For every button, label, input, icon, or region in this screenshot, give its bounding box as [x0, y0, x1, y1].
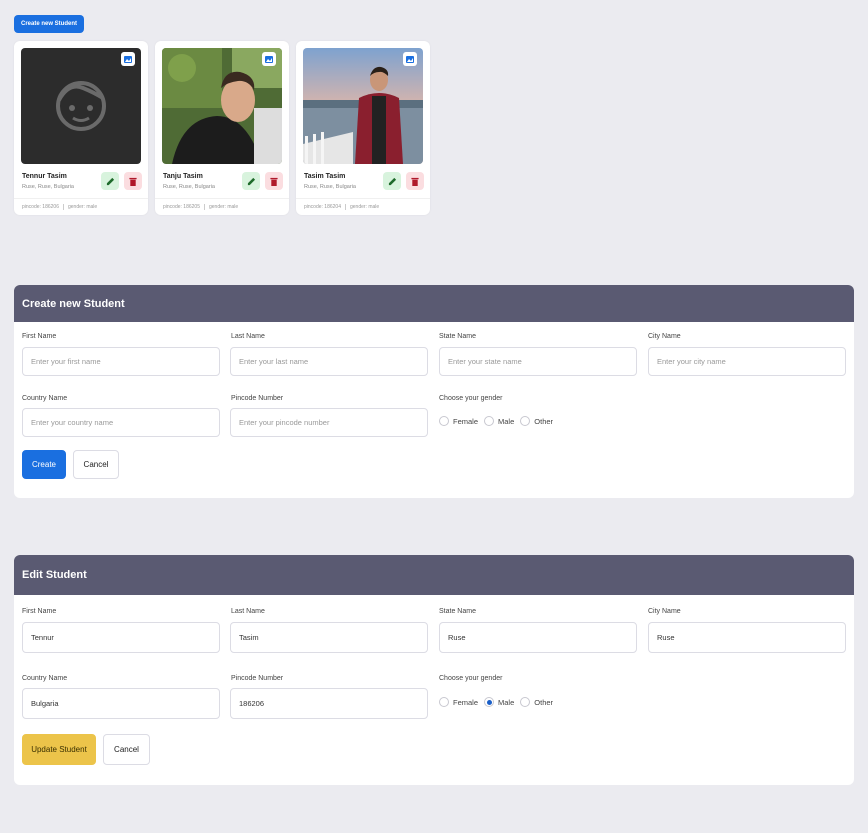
- card-divider: [155, 198, 289, 199]
- student-name: Tanju Tasim: [163, 173, 203, 180]
- trash-icon: [411, 177, 419, 186]
- student-address: Ruse, Ruse, Bulgaria: [163, 184, 215, 190]
- gender-option-female[interactable]: Female: [439, 416, 478, 426]
- first-name-label: First Name: [22, 333, 57, 340]
- gender-option-male[interactable]: Male: [484, 416, 514, 426]
- student-address: Ruse, Ruse, Bulgaria: [304, 184, 356, 190]
- student-gender: gender: male: [67, 204, 98, 210]
- student-address: Ruse, Ruse, Bulgaria: [22, 184, 74, 190]
- create-new-student-button[interactable]: Create new Student: [14, 15, 85, 33]
- city-name-input[interactable]: [648, 622, 846, 653]
- last-name-input[interactable]: [230, 622, 428, 653]
- student-pincode: pincode: 186205: [163, 204, 200, 210]
- country-name-label: Country Name: [22, 675, 68, 682]
- country-name-input[interactable]: [22, 688, 220, 719]
- state-name-input[interactable]: [439, 622, 637, 653]
- pincode-label: Pincode Number: [231, 675, 284, 682]
- last-name-input[interactable]: [230, 347, 428, 376]
- gender-radio-group: Female Male Other: [439, 697, 553, 707]
- update-student-button[interactable]: Update Student: [22, 734, 96, 765]
- city-name-input[interactable]: [648, 347, 846, 376]
- student-card: Tennur Tasim Ruse, Ruse, Bulgaria pincod…: [14, 41, 148, 215]
- student-name: Tasim Tasim: [304, 173, 346, 180]
- radio-button[interactable]: [439, 416, 449, 426]
- radio-label: Other: [534, 416, 554, 426]
- upload-photo-icon[interactable]: [262, 52, 276, 66]
- first-name-input[interactable]: [22, 622, 220, 653]
- pincode-input[interactable]: [230, 688, 428, 719]
- last-name-label: Last Name: [231, 608, 265, 615]
- first-name-label: First Name: [22, 608, 57, 615]
- delete-student-button[interactable]: [265, 172, 283, 190]
- radio-button[interactable]: [439, 697, 449, 707]
- delete-student-button[interactable]: [406, 172, 424, 190]
- cancel-button[interactable]: Cancel: [73, 450, 119, 479]
- country-name-input[interactable]: [22, 408, 220, 437]
- state-name-label: State Name: [439, 333, 476, 340]
- first-name-input[interactable]: [22, 347, 220, 376]
- upload-photo-icon[interactable]: [121, 52, 135, 66]
- radio-button[interactable]: [520, 697, 531, 707]
- radio-label: Female: [453, 697, 479, 707]
- pencil-icon: [106, 177, 114, 185]
- card-divider: [14, 198, 148, 199]
- card-divider: [296, 198, 430, 199]
- create-button[interactable]: Create: [22, 450, 66, 479]
- student-name: Tennur Tasim: [22, 173, 67, 180]
- state-name-label: State Name: [439, 608, 476, 615]
- trash-icon: [129, 177, 137, 186]
- student-meta: pincode: 186205 gender: male: [163, 204, 238, 210]
- city-name-label: City Name: [648, 608, 681, 615]
- radio-label: Male: [498, 697, 515, 707]
- gender-option-other[interactable]: Other: [520, 416, 553, 426]
- gender-label: Choose your gender: [439, 675, 503, 682]
- pencil-icon: [388, 177, 396, 185]
- gender-option-other[interactable]: Other: [520, 697, 553, 707]
- gender-label: Choose your gender: [439, 395, 503, 402]
- edit-student-button[interactable]: [101, 172, 119, 190]
- radio-button[interactable]: [484, 416, 495, 426]
- pincode-label: Pincode Number: [231, 395, 284, 402]
- gender-radio-group: Female Male Other: [439, 416, 553, 426]
- create-student-title: Create new Student: [14, 285, 854, 322]
- delete-student-button[interactable]: [124, 172, 142, 190]
- edit-student-panel: Edit Student First Name Last Name State …: [14, 555, 854, 785]
- state-name-input[interactable]: [439, 347, 637, 376]
- last-name-label: Last Name: [231, 333, 265, 340]
- student-card: Tanju Tasim Ruse, Ruse, Bulgaria pincode…: [155, 41, 289, 215]
- city-name-label: City Name: [648, 333, 681, 340]
- student-meta: pincode: 186206 gender: male: [22, 204, 97, 210]
- student-pincode: pincode: 186204: [304, 204, 341, 210]
- radio-button-checked[interactable]: [484, 697, 495, 707]
- radio-label: Other: [534, 697, 554, 707]
- gender-option-female[interactable]: Female: [439, 697, 478, 707]
- student-card: Tasim Tasim Ruse, Ruse, Bulgaria pincode…: [296, 41, 430, 215]
- edit-student-title: Edit Student: [14, 555, 854, 595]
- upload-photo-icon[interactable]: [403, 52, 417, 66]
- country-name-label: Country Name: [22, 395, 68, 402]
- radio-label: Male: [498, 416, 515, 426]
- radio-label: Female: [453, 416, 479, 426]
- trash-icon: [270, 177, 278, 186]
- edit-student-button[interactable]: [383, 172, 401, 190]
- pencil-icon: [247, 177, 255, 185]
- edit-student-button[interactable]: [242, 172, 260, 190]
- student-gender: gender: male: [349, 204, 380, 210]
- student-gender: gender: male: [208, 204, 239, 210]
- student-pincode: pincode: 186206: [22, 204, 59, 210]
- student-meta: pincode: 186204 gender: male: [304, 204, 379, 210]
- create-student-panel: Create new Student First Name Last Name …: [14, 285, 854, 498]
- pincode-input[interactable]: [230, 408, 428, 437]
- gender-option-male[interactable]: Male: [484, 697, 514, 707]
- radio-button[interactable]: [520, 416, 531, 426]
- cancel-button[interactable]: Cancel: [103, 734, 150, 765]
